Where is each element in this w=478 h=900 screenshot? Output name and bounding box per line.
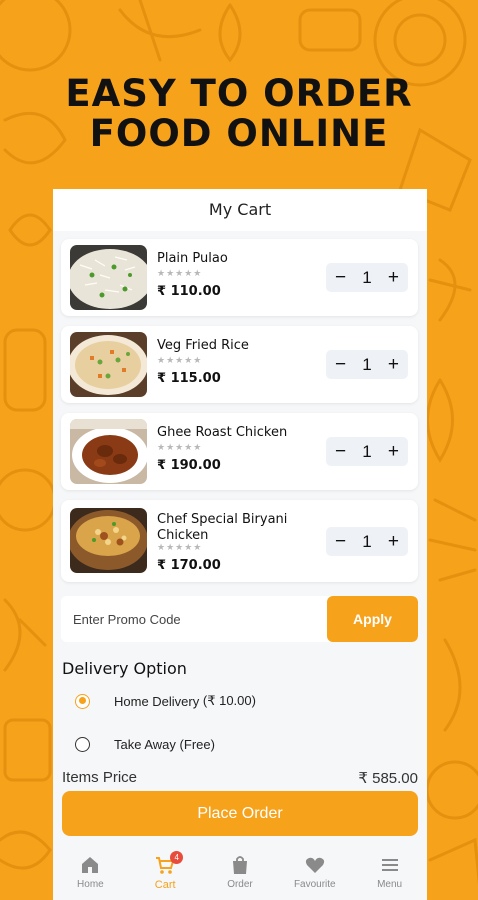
heart-icon [305,857,324,873]
increase-button[interactable]: + [388,355,399,374]
quantity-value: 1 [362,441,372,461]
nav-cart[interactable]: 4 Cart [130,851,200,891]
cart-count-badge: 4 [170,851,184,864]
decrease-button[interactable]: − [335,532,346,551]
page-title: My Cart [53,189,427,231]
cart-item: Veg Fried Rice ★★★★★ ₹ 115.00 − 1 + [61,326,418,403]
nav-home[interactable]: Home [55,855,125,890]
nav-favourite[interactable]: Favourite [280,855,350,890]
radio-selected[interactable] [75,693,90,709]
option-label: Home Delivery [114,693,200,709]
quantity-stepper: − 1 + [326,437,408,466]
bag-icon [232,856,247,874]
decrease-button[interactable]: − [335,268,346,287]
option-extra: (Free) [179,737,215,752]
quantity-stepper: − 1 + [326,350,408,379]
rating-stars: ★★★★★ [157,355,203,365]
increase-button[interactable]: + [388,442,399,461]
radio-unselected[interactable] [75,737,90,752]
headline-line-1: EASY TO ORDER [65,72,413,115]
increase-button[interactable]: + [388,268,399,287]
delivery-option-title: Delivery Option [62,659,187,678]
quantity-value: 1 [362,267,372,287]
rating-stars: ★★★★★ [157,542,203,552]
item-price: ₹ 190.00 [157,458,221,473]
nav-menu[interactable]: Menu [355,855,425,890]
apply-button[interactable]: Apply [327,596,418,642]
quantity-value: 1 [362,531,372,551]
place-order-button[interactable]: Place Order [62,791,418,836]
items-price-row: Items Price ₹ 585.00 [62,769,418,787]
item-price: ₹ 110.00 [157,284,221,299]
promo-headline: EASY TO ORDER FOOD ONLINE [0,74,478,154]
veg-fried-rice-photo [70,332,147,397]
nav-label: Favourite [293,879,336,890]
home-icon [82,857,99,873]
headline-line-2: FOOD ONLINE [89,112,389,155]
item-name: Chef Special Biryani Chicken [157,512,288,543]
items-price-value: ₹ 585.00 [358,770,418,787]
plain-pulao-photo [70,245,147,310]
item-name: Veg Fried Rice [157,338,249,353]
items-price-label: Items Price [62,769,138,786]
promo-code-input[interactable] [61,596,327,642]
delivery-option-home[interactable]: Home Delivery (₹ 10.00) [75,693,256,709]
item-price: ₹ 115.00 [157,371,221,386]
nav-label: Home [77,879,104,890]
option-label: Take Away [114,737,176,752]
nav-label: Cart [154,879,176,891]
item-name: Plain Pulao [157,251,228,266]
nav-label: Menu [377,879,403,890]
menu-icon [381,859,398,871]
rating-stars: ★★★★★ [157,442,203,452]
decrease-button[interactable]: − [335,355,346,374]
biryani-photo [70,508,147,573]
nav-label: Order [227,879,253,890]
rating-stars: ★★★★★ [157,268,203,278]
increase-button[interactable]: + [388,532,399,551]
promo-code-bar: Apply [61,596,418,642]
delivery-option-takeaway[interactable]: Take Away (Free) [75,737,215,752]
item-price: ₹ 170.00 [157,558,221,573]
quantity-stepper: − 1 + [326,263,408,292]
app-screen: My Cart Plain Pulao ★★★★★ ₹ 110.00 − 1 + [53,189,427,900]
cart-item-list: Plain Pulao ★★★★★ ₹ 110.00 − 1 + Veg Fri… [61,239,418,592]
cart-item: Ghee Roast Chicken ★★★★★ ₹ 190.00 − 1 + [61,413,418,490]
bottom-navigation: Home 4 Cart Order Favourite Menu [53,846,427,900]
nav-order[interactable]: Order [205,855,275,890]
cart-item: Chef Special Biryani Chicken ★★★★★ ₹ 170… [61,500,418,582]
item-name: Ghee Roast Chicken [157,425,288,440]
cart-item: Plain Pulao ★★★★★ ₹ 110.00 − 1 + [61,239,418,316]
ghee-roast-chicken-photo [70,419,147,484]
quantity-stepper: − 1 + [326,527,408,556]
decrease-button[interactable]: − [335,442,346,461]
option-extra: (₹ 10.00) [202,693,256,708]
quantity-value: 1 [362,354,372,374]
